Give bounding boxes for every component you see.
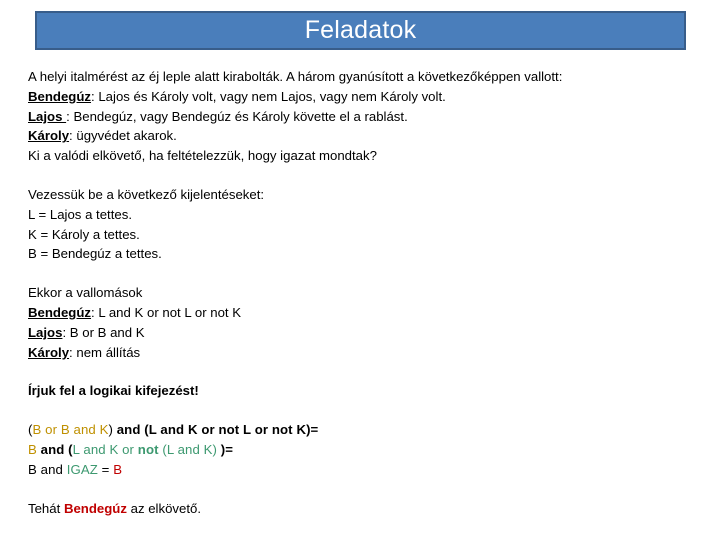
- definition-item-k: K = Károly a tettes.: [28, 226, 140, 242]
- expr2-highlight-not: not: [137, 441, 159, 457]
- slide-body: A helyi italmérést az éj leple alatt kir…: [28, 67, 692, 518]
- definitions-heading: Vezessük be a következő kijelentéseket:: [28, 186, 265, 202]
- testimony-name-lajos: Lajos: [28, 108, 67, 124]
- formalized-bendeguz: Bendegúz: L and K or not L or not K: [28, 303, 692, 323]
- expression-line-3: B and IGAZ = B: [28, 460, 692, 480]
- testimony-text-bendeguz: Lajos és Károly volt, vagy nem Lajos, va…: [98, 88, 446, 104]
- formalized-name-lajos: Lajos: [28, 324, 63, 340]
- expression-line-1: (B or B and K) and (L and K or not L or …: [28, 420, 692, 440]
- testimony-text-lajos: Bendegúz, vagy Bendegúz és Károly követt…: [73, 108, 408, 124]
- formalized-name-karoly: Károly: [28, 344, 70, 360]
- testimony-text-karoly: ügyvédet akarok.: [76, 128, 177, 144]
- conclusion-culprit-name: Bendegúz: [63, 500, 127, 516]
- formalized-text-karoly: nem állítás: [76, 344, 141, 360]
- formalized-text-bendeguz: L and K or not L or not K: [98, 304, 242, 320]
- expr3-b-and: B and: [28, 461, 67, 477]
- problem-question: Ki a valódi elkövető, ha feltételezzük, …: [28, 148, 377, 164]
- expr1-highlight-lajos-claim: B or B and K: [32, 422, 109, 438]
- testimony-karoly: Károly: ügyvédet akarok.: [28, 126, 692, 146]
- formalized-karoly: Károly: nem állítás: [28, 343, 692, 363]
- expression-line-2: B and (L and K or not (L and K) )=: [28, 440, 692, 460]
- expr2-highlight-b: B: [28, 441, 37, 457]
- expr3-result: B: [113, 461, 123, 477]
- conclusion-block: Tehát Bendegúz az elkövető.: [28, 499, 692, 519]
- testimony-bendeguz: Bendegúz: Lajos és Károly volt, vagy nem…: [28, 87, 692, 107]
- page-title: Feladatok: [304, 16, 417, 44]
- expr2-tail: )=: [217, 441, 234, 457]
- expr1-rest: and (L and K or not L or not K)=: [112, 422, 319, 438]
- formalized-name-bendeguz: Bendegúz: [28, 304, 92, 320]
- expr2-highlight-part2: (L and K): [158, 441, 218, 457]
- conclusion-suffix: az elkövető.: [126, 500, 201, 516]
- formalized-text-lajos: B or B and K: [69, 324, 145, 340]
- expression-heading-block: Írjuk fel a logikai kifejezést!: [28, 381, 692, 401]
- definition-item-l: L = Lajos a tettes.: [28, 206, 132, 222]
- testimony-lajos: Lajos : Bendegúz, vagy Bendegúz és Károl…: [28, 107, 692, 127]
- definition-item-b: B = Bendegúz a tettes.: [28, 246, 162, 262]
- conclusion-line: Tehát Bendegúz az elkövető.: [28, 499, 692, 519]
- formalized-sep-lajos: :: [62, 324, 70, 340]
- definitions-block: Vezessük be a következő kijelentéseket: …: [28, 185, 692, 264]
- expr2-highlight-part1: L and K or: [72, 441, 138, 457]
- expr3-equals: =: [97, 461, 114, 477]
- formalized-block: Ekkor a vallomások Bendegúz: L and K or …: [28, 283, 692, 362]
- formalized-heading: Ekkor a vallomások: [28, 285, 143, 301]
- expression-heading: Írjuk fel a logikai kifejezést!: [28, 383, 199, 399]
- testimony-name-bendeguz: Bendegúz: [28, 88, 92, 104]
- testimony-name-karoly: Károly: [28, 128, 70, 144]
- problem-intro: A helyi italmérést az éj leple alatt kir…: [28, 69, 563, 84]
- expression-derivation-block: (B or B and K) and (L and K or not L or …: [28, 420, 692, 479]
- conclusion-prefix: Tehát: [28, 500, 64, 516]
- slide-title-banner: Feladatok: [35, 11, 686, 50]
- problem-block: A helyi italmérést az éj leple alatt kir…: [28, 67, 692, 166]
- expr2-and-open: and (: [36, 441, 73, 457]
- formalized-lajos: Lajos: B or B and K: [28, 323, 692, 343]
- expr3-igaz: IGAZ: [66, 461, 98, 477]
